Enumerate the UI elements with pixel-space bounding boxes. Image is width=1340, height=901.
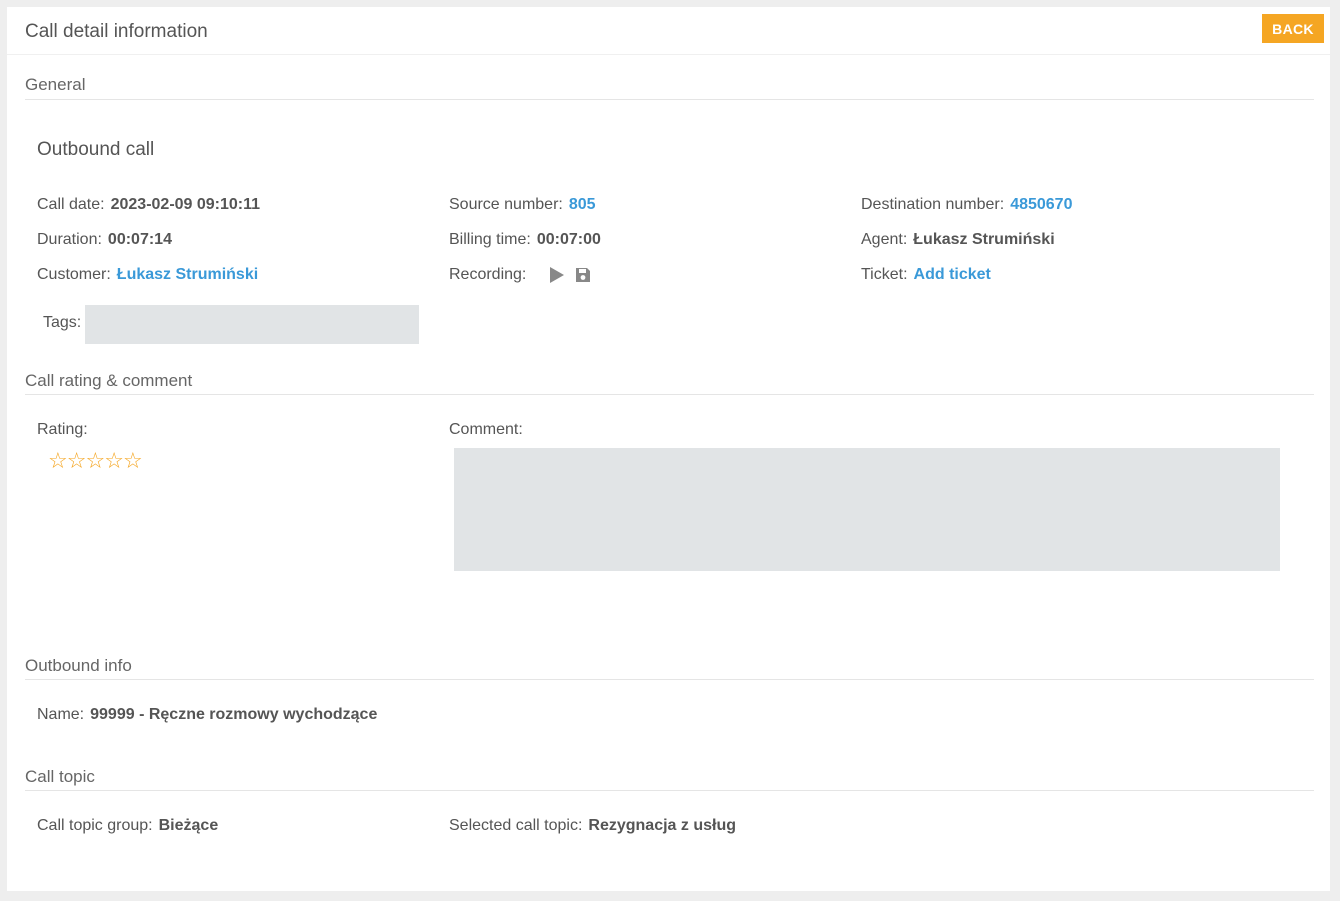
customer-link[interactable]: Łukasz Strumiński: [117, 266, 258, 283]
agent-value: Łukasz Strumiński: [913, 231, 1055, 248]
call-date-label: Call date:: [37, 196, 105, 213]
destination-number-link[interactable]: 4850670: [1010, 196, 1072, 213]
rating-stars: ☆☆☆☆☆: [48, 448, 143, 474]
section-divider: [25, 394, 1314, 395]
billing-time-label: Billing time:: [449, 231, 531, 248]
rating-field: Rating:: [37, 421, 94, 439]
topic-group-value: Bieżące: [158, 817, 219, 834]
destination-number-field: Destination number: 4850670: [861, 196, 1072, 214]
call-date-field: Call date: 2023-02-09 09:10:11: [37, 196, 260, 214]
selected-topic-value: Rezygnacja z usług: [588, 817, 736, 834]
comment-field: Comment:: [449, 421, 529, 439]
back-button[interactable]: BACK: [1262, 14, 1324, 43]
tags-label: Tags:: [43, 314, 82, 331]
recording-label: Recording:: [449, 266, 527, 284]
agent-label: Agent:: [861, 231, 908, 248]
save-icon[interactable]: [575, 267, 591, 283]
star-icon[interactable]: ☆: [123, 448, 143, 473]
selected-topic-field: Selected call topic: Rezygnacja z usług: [449, 817, 736, 835]
page-title: Call detail information: [25, 21, 208, 42]
source-number-field: Source number: 805: [449, 196, 596, 214]
section-title-general: General: [25, 75, 86, 94]
duration-value: 00:07:14: [107, 231, 172, 248]
section-title-outbound: Outbound info: [25, 656, 132, 675]
billing-time-field: Billing time: 00:07:00: [449, 231, 601, 249]
ticket-field: Ticket: Add ticket: [861, 266, 991, 284]
outbound-name-value: 99999 - Ręczne rozmowy wychodzące: [90, 706, 378, 723]
source-number-link[interactable]: 805: [569, 196, 596, 213]
tags-input[interactable]: [85, 305, 419, 344]
comment-label: Comment:: [449, 421, 523, 438]
recording-field: Recording:: [449, 266, 591, 284]
customer-field: Customer: Łukasz Strumiński: [37, 266, 258, 284]
star-icon[interactable]: ☆: [85, 448, 105, 473]
section-title-rating: Call rating & comment: [25, 371, 193, 390]
star-icon[interactable]: ☆: [48, 448, 68, 473]
selected-topic-label: Selected call topic:: [449, 817, 583, 834]
outbound-name-label: Name:: [37, 706, 85, 723]
destination-number-label: Destination number:: [861, 196, 1005, 213]
add-ticket-link[interactable]: Add ticket: [914, 266, 991, 283]
topic-group-field: Call topic group: Bieżące: [37, 817, 218, 835]
star-icon[interactable]: ☆: [104, 448, 124, 473]
call-detail-panel: Call detail information BACK General Out…: [7, 7, 1330, 891]
panel-header: Call detail information BACK: [7, 7, 1330, 55]
outbound-name-field: Name: 99999 - Ręczne rozmowy wychodzące: [37, 706, 377, 724]
comment-textarea[interactable]: [454, 448, 1280, 571]
rating-label: Rating:: [37, 421, 88, 438]
star-icon[interactable]: ☆: [67, 448, 87, 473]
ticket-label: Ticket:: [861, 266, 908, 283]
section-divider: [25, 679, 1314, 680]
section-divider: [25, 99, 1314, 100]
tags-field: Tags:: [43, 314, 87, 332]
section-title-topic: Call topic: [25, 767, 95, 786]
play-icon[interactable]: [549, 266, 565, 284]
source-number-label: Source number:: [449, 196, 563, 213]
call-type-heading: Outbound call: [37, 139, 155, 160]
topic-group-label: Call topic group:: [37, 817, 153, 834]
duration-field: Duration: 00:07:14: [37, 231, 172, 249]
billing-time-value: 00:07:00: [536, 231, 601, 248]
duration-label: Duration:: [37, 231, 102, 248]
recording-controls: [549, 266, 591, 284]
section-divider: [25, 790, 1314, 791]
customer-label: Customer:: [37, 266, 111, 283]
call-date-value: 2023-02-09 09:10:11: [110, 196, 261, 213]
agent-field: Agent: Łukasz Strumiński: [861, 231, 1055, 249]
